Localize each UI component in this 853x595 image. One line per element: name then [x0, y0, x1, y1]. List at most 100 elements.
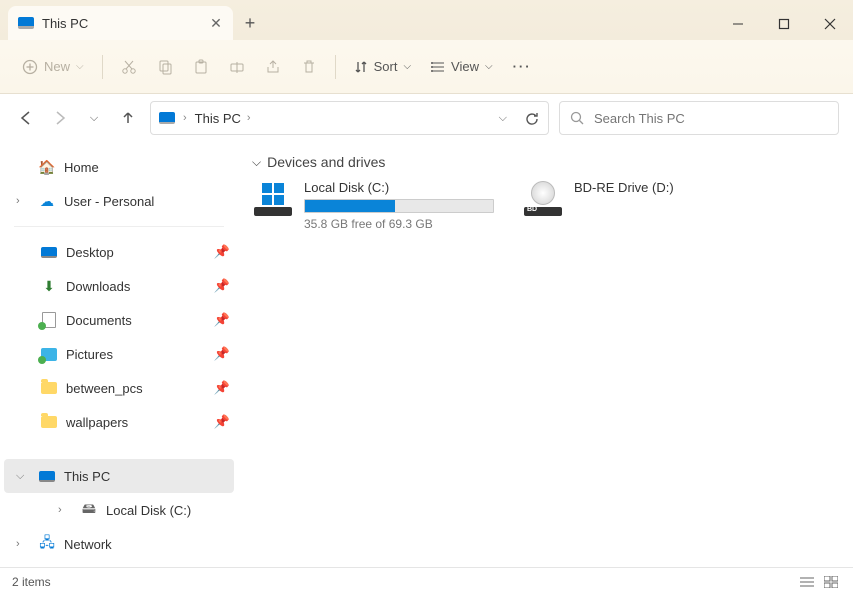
- group-header-label: Devices and drives: [267, 154, 385, 170]
- close-tab-icon[interactable]: ✕: [209, 15, 223, 32]
- sidebar-item-network[interactable]: › 🖧 Network: [0, 527, 238, 561]
- cloud-icon: ☁: [38, 193, 56, 209]
- details-view-button[interactable]: [797, 574, 817, 590]
- share-button[interactable]: [257, 50, 289, 84]
- up-button[interactable]: [116, 102, 140, 134]
- sidebar-item-folder[interactable]: between_pcs 📌: [0, 371, 238, 405]
- copy-icon: [157, 59, 173, 75]
- drive-subtext: 35.8 GB free of 69.3 GB: [304, 217, 502, 231]
- forward-button[interactable]: [48, 102, 72, 134]
- expand-icon[interactable]: ⌵: [16, 470, 30, 483]
- view-icon: [431, 60, 445, 74]
- sidebar-item-label: Desktop: [66, 245, 114, 260]
- pin-icon[interactable]: 📌: [214, 380, 230, 396]
- sidebar-item-home[interactable]: 🏠 Home: [0, 150, 238, 184]
- refresh-button[interactable]: [525, 111, 540, 126]
- drive-name: Local Disk (C:): [304, 180, 502, 195]
- rename-icon: [229, 59, 245, 75]
- sidebar-item-label: Pictures: [66, 347, 113, 362]
- sidebar-item-user[interactable]: › ☁ User - Personal: [0, 184, 238, 218]
- chevron-right-icon[interactable]: ›: [183, 112, 187, 124]
- address-row: ⌵ › This PC› ⌵: [0, 94, 853, 142]
- search-icon: [570, 111, 584, 125]
- search-input[interactable]: [594, 111, 828, 126]
- breadcrumb[interactable]: This PC›: [195, 111, 251, 126]
- group-header[interactable]: ⌵ Devices and drives: [252, 154, 839, 170]
- sidebar-item-label: Documents: [66, 313, 132, 328]
- sidebar-item-downloads[interactable]: ⬇ Downloads 📌: [0, 269, 238, 303]
- search-bar[interactable]: [559, 101, 839, 135]
- navigation-pane: 🏠 Home › ☁ User - Personal Desktop 📌 ⬇ D…: [0, 142, 238, 567]
- folder-icon: [40, 414, 58, 430]
- chevron-down-icon[interactable]: ⌵: [499, 112, 507, 125]
- window-tab[interactable]: This PC ✕: [8, 6, 233, 40]
- close-window-button[interactable]: [807, 8, 853, 40]
- drive-name: BD-RE Drive (D:): [574, 180, 772, 195]
- chevron-down-icon: ⌵: [403, 61, 411, 72]
- disk-icon: 🖴: [80, 502, 98, 518]
- pin-icon[interactable]: 📌: [214, 346, 230, 362]
- sidebar-item-pictures[interactable]: Pictures 📌: [0, 337, 238, 371]
- cut-icon: [121, 59, 137, 75]
- chevron-down-icon: ⌵: [76, 61, 84, 72]
- copy-button[interactable]: [149, 50, 181, 84]
- sidebar-item-desktop[interactable]: Desktop 📌: [0, 235, 238, 269]
- sidebar-item-label: Home: [64, 160, 99, 175]
- home-icon: 🏠: [38, 159, 56, 175]
- new-label: New: [44, 59, 70, 74]
- sort-button[interactable]: Sort ⌵: [346, 50, 419, 84]
- address-bar[interactable]: › This PC› ⌵: [150, 101, 549, 135]
- pin-icon[interactable]: 📌: [214, 278, 230, 294]
- toolbar: New ⌵ Sort ⌵ View ⌵ ···: [0, 40, 853, 94]
- sidebar-item-label: wallpapers: [66, 415, 128, 430]
- sidebar-item-label: User - Personal: [64, 194, 154, 209]
- view-button[interactable]: View ⌵: [423, 50, 501, 84]
- maximize-button[interactable]: [761, 8, 807, 40]
- sidebar-item-folder[interactable]: wallpapers 📌: [0, 405, 238, 439]
- status-bar: 2 items: [0, 567, 853, 595]
- trash-icon: [301, 59, 317, 75]
- rename-button[interactable]: [221, 50, 253, 84]
- new-button[interactable]: New ⌵: [14, 50, 92, 84]
- share-icon: [265, 59, 281, 75]
- chevron-down-icon: ⌵: [252, 155, 261, 170]
- cut-button[interactable]: [113, 50, 145, 84]
- sidebar-item-label: Downloads: [66, 279, 130, 294]
- chevron-down-icon: ⌵: [485, 61, 493, 72]
- drive-item-local-disk[interactable]: Local Disk (C:) 35.8 GB free of 69.3 GB: [252, 180, 502, 231]
- download-icon: ⬇: [40, 278, 58, 294]
- view-label: View: [451, 59, 479, 74]
- new-tab-button[interactable]: +: [233, 6, 267, 40]
- sidebar-item-label: Local Disk (C:): [106, 503, 191, 518]
- thumbnails-view-button[interactable]: [821, 574, 841, 590]
- ellipsis-icon: ···: [513, 59, 532, 74]
- sidebar-item-local-disk[interactable]: › 🖴 Local Disk (C:): [0, 493, 238, 527]
- sidebar-item-documents[interactable]: Documents 📌: [0, 303, 238, 337]
- expand-icon[interactable]: ›: [16, 538, 30, 550]
- title-bar: This PC ✕ +: [0, 0, 853, 40]
- sidebar-item-label: between_pcs: [66, 381, 143, 396]
- document-icon: [40, 312, 58, 328]
- pin-icon[interactable]: 📌: [214, 414, 230, 430]
- sidebar-item-label: This PC: [64, 469, 110, 484]
- expand-icon[interactable]: ›: [16, 195, 30, 207]
- item-count: 2 items: [12, 575, 51, 589]
- pin-icon[interactable]: 📌: [214, 312, 230, 328]
- this-pc-icon: [38, 468, 56, 484]
- plus-circle-icon: [22, 59, 38, 75]
- drive-item-bd-re[interactable]: BD BD-RE Drive (D:): [522, 180, 772, 231]
- chevron-down-icon: ⌵: [90, 112, 98, 125]
- sort-label: Sort: [374, 59, 398, 74]
- sidebar-item-this-pc[interactable]: ⌵ This PC: [4, 459, 234, 493]
- back-button[interactable]: [14, 102, 38, 134]
- pin-icon[interactable]: 📌: [214, 244, 230, 260]
- this-pc-icon: [18, 17, 34, 29]
- folder-icon: [40, 380, 58, 396]
- delete-button[interactable]: [293, 50, 325, 84]
- sidebar-item-label: Network: [64, 537, 112, 552]
- paste-button[interactable]: [185, 50, 217, 84]
- minimize-button[interactable]: [715, 8, 761, 40]
- expand-icon[interactable]: ›: [58, 504, 72, 516]
- more-button[interactable]: ···: [505, 50, 540, 84]
- recent-button[interactable]: ⌵: [82, 102, 106, 134]
